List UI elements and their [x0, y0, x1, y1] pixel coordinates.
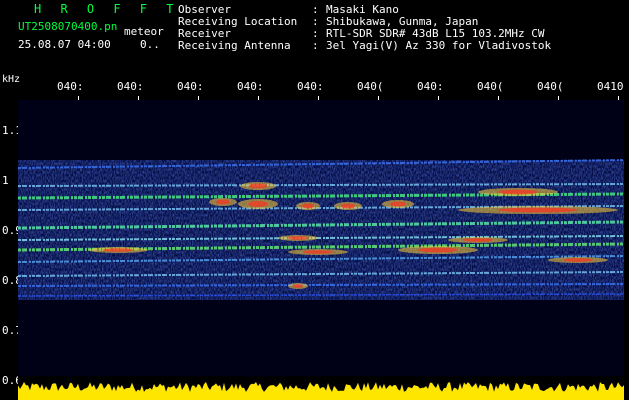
- x-tick-label: 040:: [177, 80, 204, 93]
- x-tick-label: 040:: [57, 80, 84, 93]
- x-tick-label: 040:: [237, 80, 264, 93]
- header: H R O F F T UT2508070400.pn meteor 25.08…: [0, 0, 629, 72]
- metadata-block: Observer: Masaki Kano Receiving Location:…: [178, 4, 551, 52]
- x-tick-label: 040(: [357, 80, 384, 93]
- signal-level-strip: [18, 376, 624, 400]
- file-name: UT2508070400.pn: [18, 20, 118, 33]
- x-tick-label: 040(: [537, 80, 564, 93]
- x-tick-label: 0410: [597, 80, 624, 93]
- x-tick-label: 040(: [477, 80, 504, 93]
- meta-row-antenna: Receiving Antenna:3el Yagi(V) Az 330 for…: [178, 39, 552, 52]
- file-name-suffix: meteor: [124, 25, 164, 38]
- y-tick-label: 1: [2, 174, 9, 187]
- spectrogram-plot: [18, 100, 624, 400]
- spectrogram-image: [18, 159, 624, 300]
- date-time: 25.08.07 04:00: [18, 38, 111, 51]
- extra-readout: 0..: [140, 38, 160, 51]
- y-axis-unit: kHz: [2, 74, 21, 85]
- x-tick-label: 040:: [117, 80, 144, 93]
- x-tick-label: 040:: [417, 80, 444, 93]
- brand-logo: H R O F F T: [34, 2, 180, 16]
- x-tick-label: 040:: [297, 80, 324, 93]
